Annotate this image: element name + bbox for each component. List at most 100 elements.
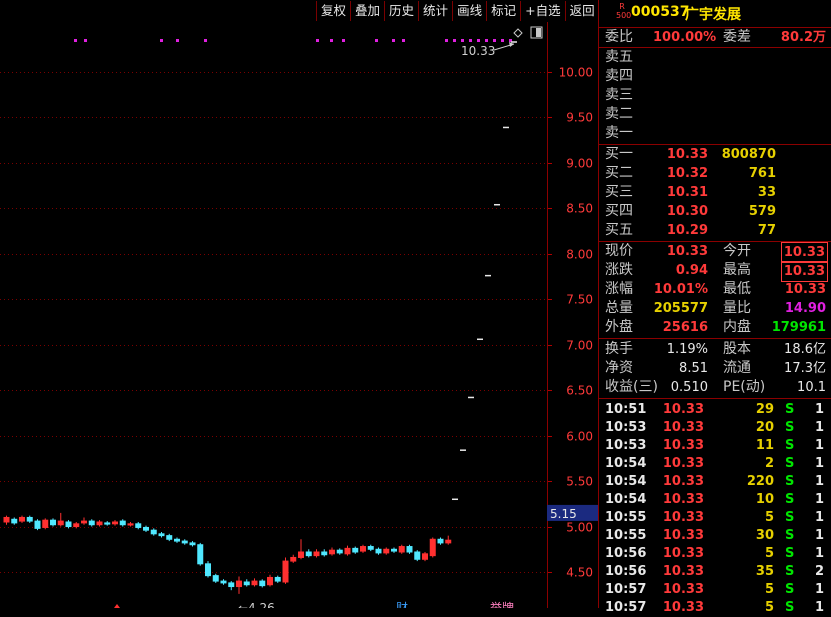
buy-row: 买五 10.29 77 (599, 221, 831, 240)
placard-marker: 举牌 (490, 601, 514, 608)
buy-row: 买四 10.30 579 (599, 202, 831, 221)
overlay-button[interactable]: 叠加 (350, 1, 384, 21)
price-axis-label: 8.50 (566, 202, 593, 216)
tick-volume: 20 (755, 420, 774, 435)
stat-label: 最低 (723, 281, 751, 297)
tick-row: 10:55 10.33 30 S 1 (599, 527, 831, 545)
event-marker (114, 604, 120, 608)
candle-body (383, 548, 390, 554)
stat-value: 18.6亿 (784, 342, 826, 357)
tick-time: 10:53 (605, 420, 647, 435)
indicator-dot (453, 39, 456, 42)
sell-row: 卖二 (599, 105, 831, 124)
stat-label: 涨幅 (605, 281, 633, 297)
fuquan-button[interactable]: 复权 (316, 1, 350, 21)
tick-count: 1 (814, 528, 824, 543)
candle-body (3, 516, 10, 523)
stat-label: 最高 (723, 262, 751, 278)
weibi-row: 委比 100.00% 委差 80.2万 (599, 28, 831, 47)
candle-body (119, 520, 126, 526)
stat-label: 今开 (723, 243, 751, 259)
tick-time: 10:56 (605, 564, 647, 579)
tick-volume: 5 (764, 600, 774, 615)
tick-time: 10:54 (605, 456, 647, 471)
weibi-label: 委比 (605, 29, 633, 45)
low-marker-label: ←4.26 (238, 601, 275, 608)
stat-value: 10.1 (797, 380, 826, 395)
tick-row: 10:57 10.33 5 S 1 (599, 599, 831, 617)
tick-count: 1 (814, 420, 824, 435)
tick-side: S (785, 420, 795, 435)
price-axis-label: 5.00 (566, 521, 593, 535)
indicator-dot (74, 39, 77, 42)
buy-volume: 33 (757, 185, 776, 200)
weibi-value: 100.00% (653, 30, 717, 45)
candle-body (344, 547, 351, 555)
back-button[interactable]: 返回 (564, 1, 599, 21)
stats-button[interactable]: 统计 (418, 1, 452, 21)
stat-label: 流通 (723, 360, 751, 376)
candle-body (367, 546, 374, 550)
tick-price: 10.33 (662, 402, 704, 417)
tick-time: 10:56 (605, 546, 647, 561)
candle-body (166, 535, 173, 540)
candle-body (57, 520, 64, 526)
tick-row: 10:55 10.33 5 S 1 (599, 509, 831, 527)
stat-row-turnover: 换手 1.19% 股本 18.6亿 (599, 340, 831, 359)
candle-body (50, 519, 56, 526)
indicator-dot (330, 39, 333, 42)
candle-body (236, 580, 242, 588)
price-axis: 10.00 9.50 9.00 8.50 8.00 7.50 7.00 6.50 6.00 5.5… (547, 66, 598, 580)
candle-body (414, 551, 421, 560)
candle-body (329, 549, 335, 555)
indicator-dot (501, 39, 504, 42)
indicator-dot (402, 39, 405, 42)
sell-label: 卖五 (605, 49, 633, 65)
price-grid (0, 72, 552, 573)
candle-body (391, 548, 397, 552)
stat-row-volume: 总量 205577 量比 14.90 (599, 299, 831, 318)
draw-line-button[interactable]: 画线 (452, 1, 486, 21)
tick-volume: 5 (764, 510, 774, 525)
candle-body (181, 540, 188, 544)
sell-row: 卖四 (599, 67, 831, 86)
stat-value: 10.01% (653, 282, 708, 297)
buy-volume: 761 (748, 166, 776, 181)
tick-side: S (785, 492, 795, 507)
stat-label: 换手 (605, 341, 633, 357)
price-axis-label: 7.50 (566, 293, 593, 307)
tick-count: 1 (814, 600, 824, 615)
tick-price: 10.33 (662, 600, 704, 615)
indicator-dot (493, 39, 496, 42)
tick-row: 10:57 10.33 5 S 1 (599, 581, 831, 599)
history-button[interactable]: 历史 (384, 1, 418, 21)
tick-side: S (785, 600, 795, 615)
stat-label: 净资 (605, 360, 633, 376)
indicator-dot (461, 39, 464, 42)
high-marker-label: 10.33 (461, 44, 495, 58)
diamond-icon (513, 28, 523, 38)
stat-value: 10.33 (666, 244, 708, 259)
divider (599, 398, 831, 399)
indicator-dots (74, 26, 543, 42)
tick-volume: 10 (755, 492, 774, 507)
candle-body (336, 549, 343, 554)
tick-side: S (785, 402, 795, 417)
stat-row-nav: 净资 8.51 流通 17.3亿 (599, 359, 831, 378)
stat-label: 收益(三) (605, 379, 658, 395)
mark-button[interactable]: 标记 (486, 1, 520, 21)
tick-volume: 5 (764, 546, 774, 561)
chart-toolbar: 复权 叠加 历史 统计 画线 标记 +自选 返回 (316, 1, 599, 21)
kline-chart[interactable]: 10.00 9.50 9.00 8.50 8.00 7.50 7.00 6.50 6.00 5.5… (0, 0, 598, 608)
price-axis-label: 6.00 (566, 430, 593, 444)
price-axis-label: 10.00 (559, 66, 593, 80)
stat-label: 涨跌 (605, 262, 633, 278)
finance-marker: 财 (396, 601, 408, 608)
stat-value: 205577 (653, 301, 708, 316)
add-watchlist-button[interactable]: +自选 (520, 1, 564, 21)
candle-body (259, 580, 266, 587)
sell-label: 卖四 (605, 68, 633, 84)
candle-body (429, 538, 436, 557)
tick-count: 1 (814, 474, 824, 489)
buy-row: 买三 10.31 33 (599, 183, 831, 202)
